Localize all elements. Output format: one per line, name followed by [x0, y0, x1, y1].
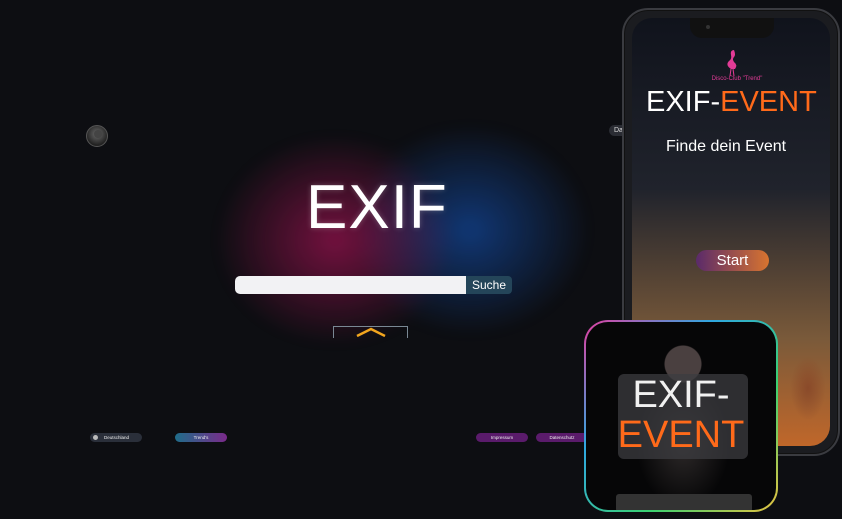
singer-image	[778, 328, 830, 446]
language-selector[interactable]: Deutschland	[90, 433, 142, 442]
flamingo-logo-icon	[727, 50, 737, 76]
title-part-event: EVENT	[720, 86, 817, 118]
privacy-link[interactable]: Datenschutz	[536, 433, 588, 442]
title-part-exif: EXIF-	[646, 86, 721, 118]
dj-deck	[616, 494, 752, 510]
club-name: Disco-Club "Trend"	[711, 76, 763, 82]
trends-link[interactable]: Trend's	[175, 433, 227, 442]
language-label: Deutschland	[104, 435, 130, 440]
camera-icon	[706, 25, 710, 29]
search-button[interactable]: Suche	[466, 276, 512, 294]
icon-text-event: EVENT	[617, 414, 745, 456]
app-icon-tile: EXIF- EVENT	[584, 320, 778, 512]
icon-text-exif: EXIF-	[632, 374, 730, 416]
user-avatar[interactable]	[86, 125, 108, 147]
imprint-link[interactable]: Impressum	[476, 433, 528, 442]
phone-app-title: EXIF-EVENT	[646, 86, 817, 119]
search-input[interactable]	[235, 276, 467, 294]
chevron-up-icon[interactable]	[355, 327, 387, 337]
phone-notch	[690, 18, 774, 38]
site-title: EXIF	[306, 173, 448, 242]
start-button[interactable]: Start	[696, 250, 769, 271]
app-icon-background: EXIF- EVENT	[586, 322, 776, 510]
phone-subtitle: Finde dein Event	[666, 138, 787, 155]
globe-icon	[93, 435, 98, 440]
